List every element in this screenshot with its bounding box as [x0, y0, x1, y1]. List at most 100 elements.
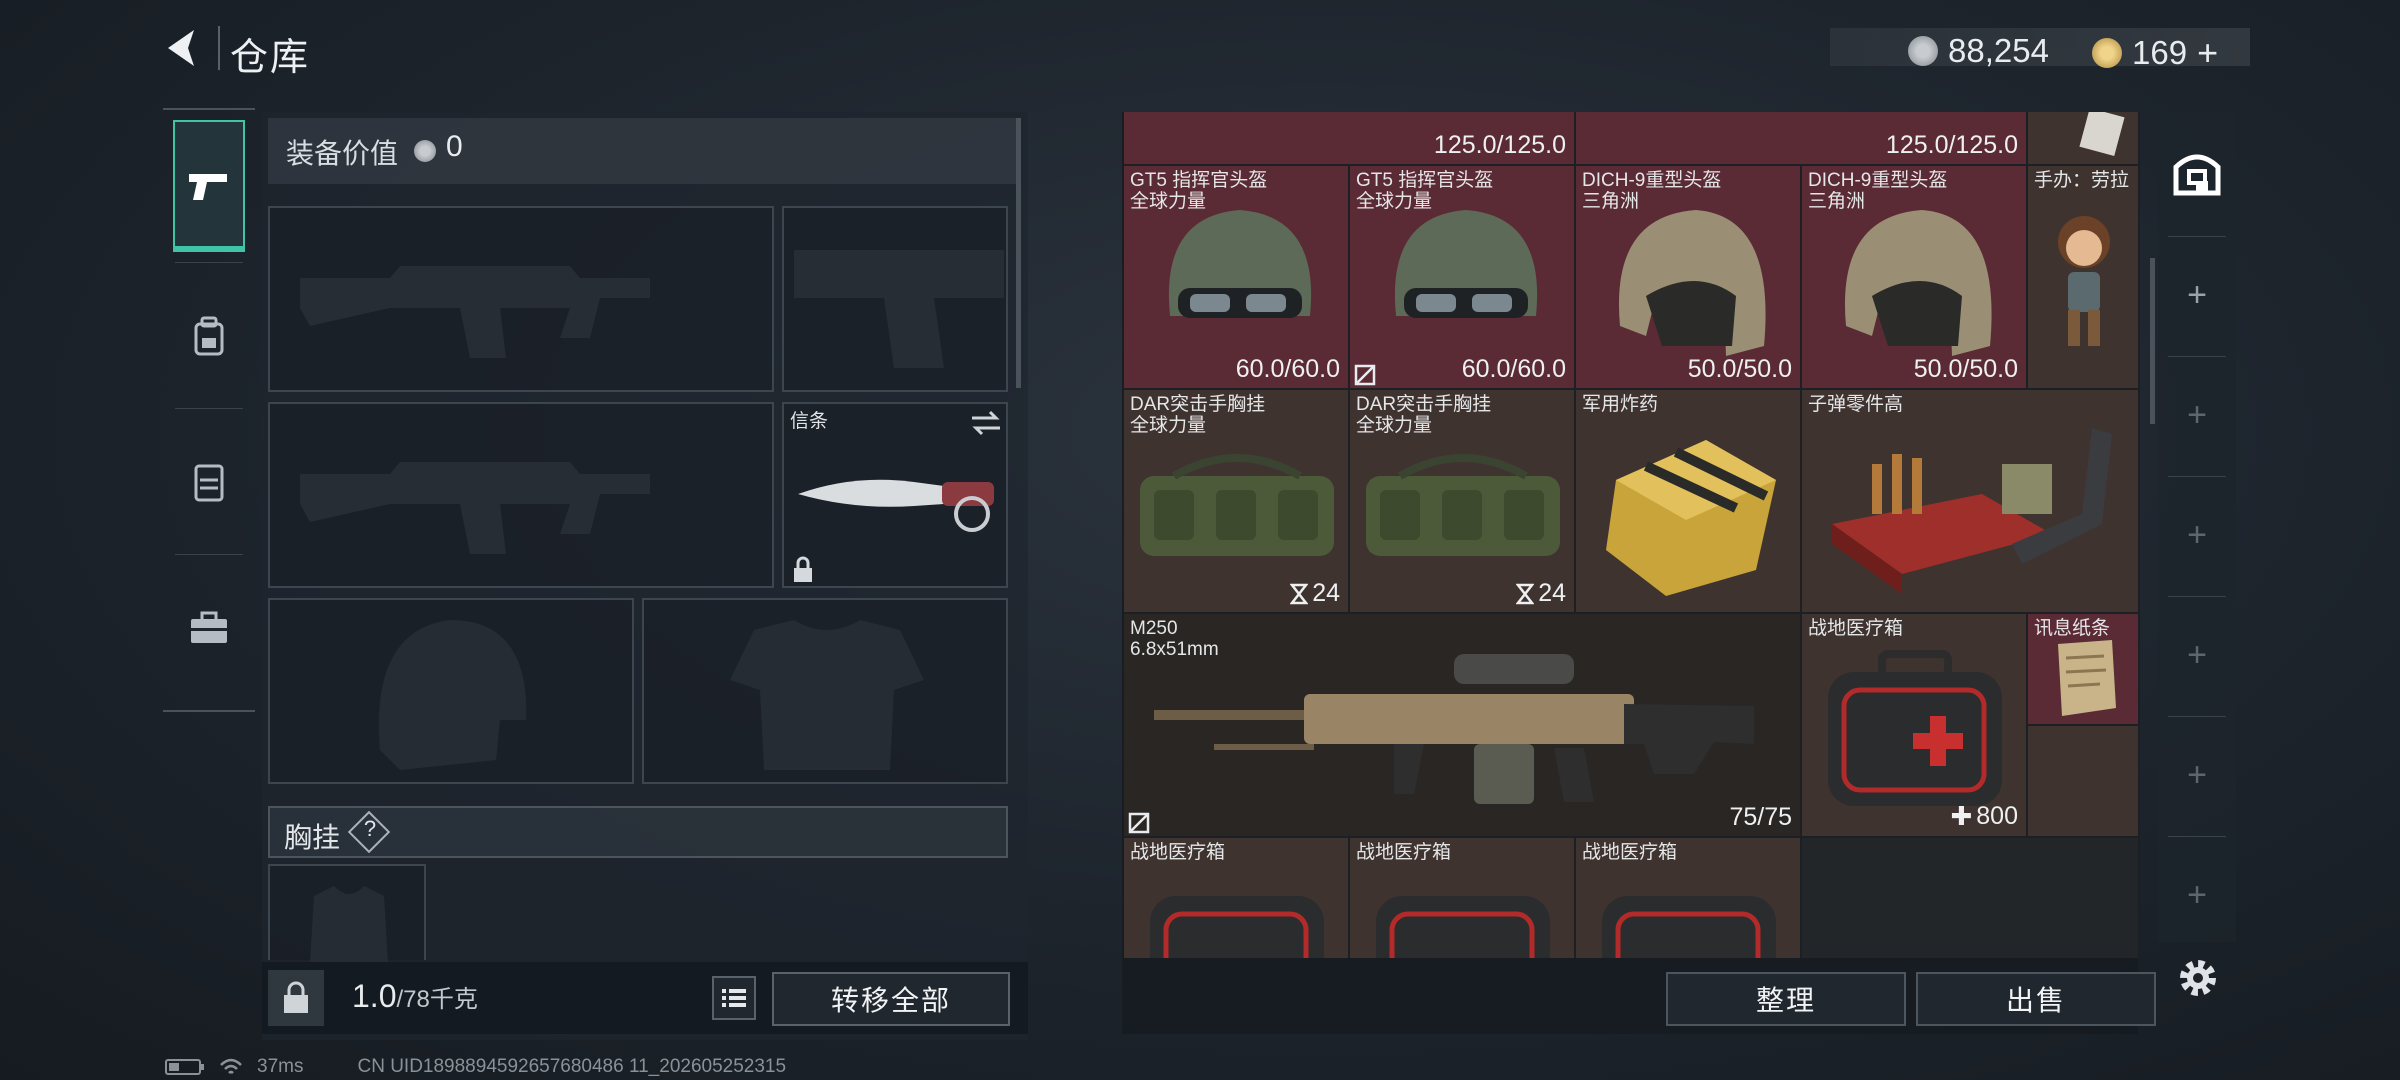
ammo-parts-icon [1832, 428, 2112, 594]
add-page-icon[interactable]: + [2158, 636, 2236, 675]
armor-slot[interactable] [642, 598, 1008, 784]
safe-box-tab[interactable] [2168, 142, 2226, 202]
currency-coins[interactable]: 88,254 [1908, 32, 2049, 70]
item-value: ✚ 800 [1950, 801, 2018, 832]
item-name: 讯息纸条 [2034, 618, 2111, 639]
rifle-silhouette-icon [300, 462, 650, 554]
item-durability: 125.0/125.0 [1885, 131, 2018, 159]
item-name: 战地医疗箱 [1356, 842, 1452, 863]
stash-item-figure[interactable]: 手办：劳拉 [2028, 166, 2140, 390]
stash-empty-cell[interactable] [2028, 726, 2140, 838]
stash-item-m250[interactable]: M250 6.8x51mm 75/75 [1124, 614, 1802, 838]
status-bar: 37ms CN UID1898894592657680486 11_202605… [165, 1056, 786, 1078]
chest-rig-icon [1140, 454, 1334, 556]
chest-rig-slot[interactable] [268, 864, 426, 962]
item-name: 军用炸药 [1582, 394, 1659, 415]
item-durability: 60.0/60.0 [1235, 355, 1340, 383]
machine-gun-icon [1154, 654, 1754, 804]
stash-scrollbar[interactable] [2150, 258, 2155, 424]
stash-item-vest[interactable]: DAR突击手胸挂 全球力量 24 [1350, 390, 1576, 614]
weight-lock-button[interactable] [268, 970, 324, 1026]
weight-capacity: /78千克 [396, 986, 478, 1013]
stash-item-medkit[interactable]: 战地医疗箱 [1124, 838, 1350, 958]
stash-item-vest[interactable]: DAR突击手胸挂 全球力量 24 [1124, 390, 1350, 614]
stash-item-intel[interactable]: 讯息纸条 [2028, 614, 2140, 726]
help-icon[interactable]: ? [360, 816, 380, 842]
item-name: 手办：劳拉 [2034, 170, 2130, 191]
tab-backpack[interactable] [173, 270, 245, 402]
helmet-silhouette-icon [378, 620, 527, 770]
stash-item-helmet[interactable]: DICH-9重型头盔 三角洲 50.0/50.0 [1802, 166, 2028, 390]
add-page-icon[interactable]: + [2158, 756, 2236, 795]
stash-item-helmet[interactable]: GT5 指挥官头盔 全球力量 60.0/60.0 [1350, 166, 1576, 390]
item-capacity-value: 24 [1312, 579, 1340, 607]
uid-text: CN UID1898894592657680486 11_20260525231… [357, 1056, 787, 1077]
gem-add-icon[interactable]: + [2197, 32, 2218, 74]
item-name: GT5 指挥官头盔 [1356, 170, 1494, 191]
tab-vest[interactable] [173, 416, 245, 548]
back-button[interactable] [160, 24, 208, 72]
item-name: DAR突击手胸挂 [1356, 394, 1492, 415]
equipment-value: 0 [446, 130, 463, 163]
item-subtitle: 全球力量 [1130, 415, 1207, 436]
primary-weapon-slot[interactable] [268, 206, 774, 392]
item-subtitle: 全球力量 [1356, 415, 1433, 436]
add-page-icon[interactable]: + [2158, 516, 2236, 555]
helmet-icon [1394, 210, 1538, 318]
coin-amount: 88,254 [1948, 32, 2049, 69]
category-rail [163, 108, 255, 712]
stash-item[interactable]: 125.0/125.0 [1124, 112, 1576, 166]
item-ammo: 75/75 [1729, 803, 1792, 831]
item-name: DICH-9重型头盔 [1582, 170, 1722, 191]
stash-item-medkit[interactable]: 战地医疗箱 [1350, 838, 1576, 958]
sort-button[interactable]: 整理 [1666, 972, 1906, 1026]
tab-weapons[interactable] [173, 120, 245, 252]
chest-rig-label: 胸挂 [284, 822, 341, 853]
currency-gems[interactable]: 169 + [2092, 32, 2218, 74]
figurine-icon [2058, 216, 2110, 346]
pistol-slot[interactable] [782, 206, 1008, 392]
stash-empty-cell[interactable] [1802, 838, 2140, 958]
swap-icon[interactable] [970, 410, 1002, 436]
helmet-icon [1168, 210, 1312, 318]
stash-grid: 125.0/125.0 125.0/125.0 GT5 指挥官头盔 全球力量 60… [1124, 112, 2140, 958]
gun-icon [189, 174, 227, 200]
equipment-value-label: 装备价值 [286, 138, 399, 169]
coin-icon [1908, 36, 1938, 66]
settings-button[interactable] [2174, 954, 2222, 1002]
add-page-icon[interactable]: + [2158, 876, 2236, 915]
stash-item[interactable] [2028, 112, 2140, 166]
card-icon [2079, 112, 2125, 156]
item-name: 战地医疗箱 [1130, 842, 1226, 863]
stash-item[interactable]: 125.0/125.0 [1576, 112, 2028, 166]
stash-item-explosive[interactable]: 军用炸药 [1576, 390, 1802, 614]
stash-item-helmet[interactable]: DICH-9重型头盔 三角洲 50.0/50.0 [1576, 166, 1802, 390]
lock-icon [794, 556, 812, 582]
list-view-button[interactable] [712, 976, 756, 1020]
add-page-icon[interactable]: + [2158, 276, 2236, 315]
stash-item-helmet[interactable]: GT5 指挥官头盔 全球力量 60.0/60.0 [1124, 166, 1350, 390]
helmet-slot[interactable] [268, 598, 634, 784]
item-capacity: 24 [1290, 579, 1340, 608]
item-name: 子弹零件高 [1808, 394, 1904, 415]
stash-item-ammo-parts[interactable]: 子弹零件高 [1802, 390, 2140, 614]
capacity-icon [1516, 583, 1535, 604]
tab-case[interactable] [173, 562, 245, 694]
add-page-icon[interactable]: + [2158, 396, 2236, 435]
gem-amount: 169 [2132, 34, 2188, 71]
sell-button[interactable]: 出售 [1916, 972, 2156, 1026]
gem-icon [2092, 38, 2122, 68]
stash-pages: + + + + + + [2158, 112, 2236, 942]
equipment-scrollbar[interactable] [1016, 118, 1021, 388]
transfer-all-button[interactable]: 转移全部 [772, 972, 1010, 1026]
wifi-icon [220, 1058, 242, 1074]
helmet-icon [1844, 210, 1992, 356]
melee-slot[interactable]: 信条 [782, 402, 1008, 588]
secondary-weapon-slot[interactable] [268, 402, 774, 588]
weight-value: 1.0/78千克 [352, 978, 478, 1015]
medkit-icon [1602, 896, 1776, 958]
stash-item-medkit[interactable]: 战地医疗箱 [1576, 838, 1802, 958]
medkit-icon [1376, 896, 1550, 958]
stash-item-medkit[interactable]: 战地医疗箱 ✚ 800 [1802, 614, 2028, 838]
item-durability: 50.0/50.0 [1913, 355, 2018, 383]
